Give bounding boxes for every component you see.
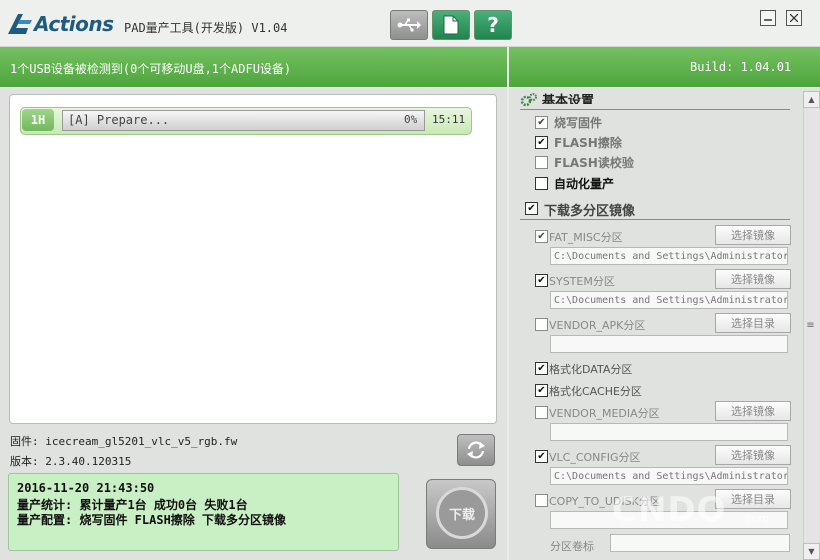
elapsed-time: 15:11 [432,113,466,126]
document-icon [443,15,459,35]
format-data-checkbox[interactable]: ✔ [535,362,548,375]
vlc-config-select-button[interactable]: 选择镜像 [715,445,791,465]
system-checkbox[interactable]: ✔ [535,274,548,287]
device-status-text: [A] Prepare... [68,113,170,127]
system-path-field[interactable]: C:\Documents and Settings\Administrator [550,291,788,309]
usb-icon [397,18,421,32]
copy-to-udisk-checkbox[interactable] [535,494,548,507]
download-button-label: 下载 [436,487,488,539]
scroll-down-icon[interactable]: ▼ [803,543,820,560]
system-select-button[interactable]: 选择镜像 [715,269,791,289]
minimize-icon [764,19,772,21]
vendor-apk-label: VENDOR_APK分区 [549,319,646,332]
watermark-text: CNDO [612,490,727,530]
device-detect-status: 1个USB设备被检测到(0个可移动U盘,1个ADFU设备) [10,62,292,76]
volume-label-field[interactable] [610,534,790,552]
basic-settings-divider [520,109,790,110]
watermark-suffix: .com [742,512,769,525]
multi-partition-checkbox[interactable]: ✔ [525,202,538,215]
multi-partition-divider [520,219,790,220]
format-cache-checkbox[interactable]: ✔ [535,384,548,397]
vlc-config-checkbox[interactable]: ✔ [535,450,548,463]
auto-production-checkbox[interactable] [535,177,548,190]
version-info: 版本: 2.3.40.120315 [10,455,132,468]
vendor-media-label: VENDOR_MEDIA分区 [549,407,660,420]
vlc-config-path-field[interactable]: C:\Documents and Settings\Administrator [550,467,788,485]
fat-misc-checkbox[interactable]: ✔ [535,230,548,243]
status-divider [507,47,509,87]
device-list [9,94,497,424]
burn-firmware-checkbox[interactable]: ✔ [535,116,548,129]
scroll-up-icon[interactable]: ▲ [803,91,820,108]
usb-button[interactable] [390,10,428,40]
fat-misc-path-field[interactable]: C:\Documents and Settings\Administrator [550,247,788,265]
vendor-apk-checkbox[interactable] [535,318,548,331]
fat-misc-label: FAT_MISC分区 [549,231,623,244]
refresh-button[interactable] [457,434,495,466]
format-data-label: 格式化DATA分区 [549,363,633,376]
flash-verify-label: FLASH读校验 [554,156,634,170]
document-button[interactable] [432,10,470,40]
help-button[interactable]: ? [474,10,512,40]
log-line-timestamp: 2016-11-20 21:43:50 [17,481,155,495]
build-version: Build: 1.04.01 [690,60,792,74]
vendor-media-path-field[interactable] [550,423,788,441]
vendor-apk-path-field[interactable] [550,335,788,353]
scroll-grip-icon[interactable]: ≡ [805,320,816,334]
actions-logo-icon [8,14,32,34]
volume-label-caption: 分区卷标 [550,540,594,553]
flash-verify-checkbox[interactable] [535,156,548,169]
flash-erase-label: FLASH擦除 [554,136,622,150]
close-button[interactable] [786,10,802,26]
vendor-media-select-button[interactable]: 选择镜像 [715,401,791,421]
minimize-button[interactable] [760,10,776,26]
burn-firmware-label: 烧写固件 [554,116,603,130]
format-cache-label: 格式化CACHE分区 [549,385,642,398]
vlc-config-label: VLC_CONFIG分区 [549,451,641,464]
gear-icon [520,93,537,107]
port-label: 1H [22,109,54,131]
fat-misc-select-button[interactable]: 选择镜像 [715,225,791,245]
vendor-apk-select-button[interactable]: 选择目录 [715,313,791,333]
progress-percent: 0% [404,113,418,126]
auto-production-label: 自动化量产 [554,177,615,191]
system-label: SYSTEM分区 [549,275,615,288]
basic-settings-title: 基本设置 [542,94,595,104]
refresh-icon [467,441,485,459]
multi-partition-title: 下载多分区镜像 [544,204,636,219]
logo-text: Actions [34,12,114,36]
app-title: PAD量产工具(开发版) V1.04 [124,21,288,35]
flash-erase-checkbox[interactable]: ✔ [535,136,548,149]
firmware-info: 固件: icecream_gl5201_vlc_v5_rgb.fw [10,435,238,448]
vendor-media-checkbox[interactable] [535,406,548,419]
log-line-config: 量产配置: 烧写固件 FLASH擦除 下载多分区镜像 [17,513,287,527]
close-icon [790,14,798,22]
